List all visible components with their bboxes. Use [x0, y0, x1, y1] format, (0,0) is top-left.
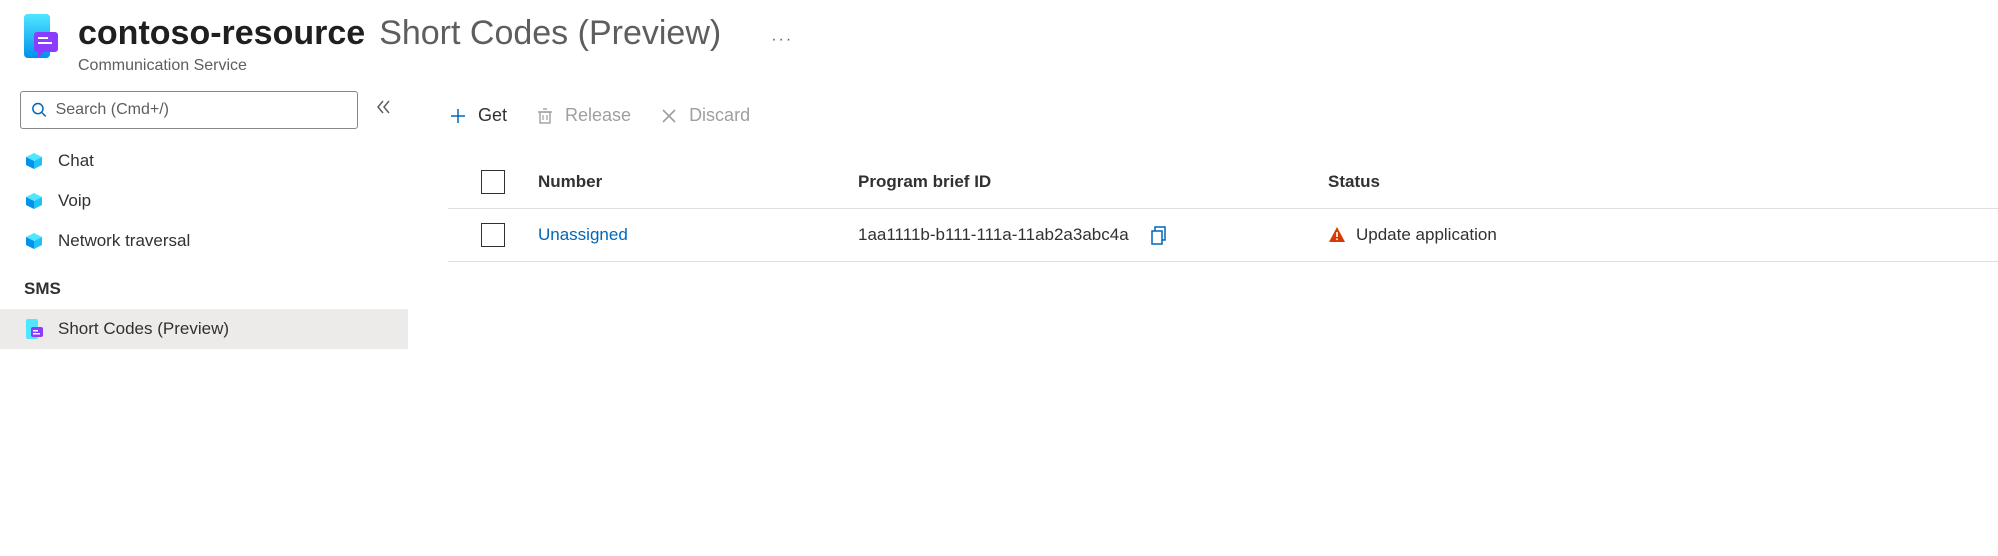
search-icon — [31, 101, 48, 119]
sidebar-item-label: Short Codes (Preview) — [58, 319, 229, 339]
sidebar-item-voip[interactable]: Voip — [0, 181, 408, 221]
release-button[interactable]: Release — [535, 105, 631, 126]
sidebar-item-label: Voip — [58, 191, 91, 211]
column-header-status[interactable]: Status — [1328, 172, 1998, 192]
sidebar-item-chat[interactable]: Chat — [0, 141, 408, 181]
row-checkbox[interactable] — [481, 223, 505, 247]
cube-icon — [24, 191, 44, 211]
program-brief-id: 1aa1111b-b111-111a-11ab2a3abc4a — [858, 225, 1129, 245]
sidebar-item-short-codes[interactable]: Short Codes (Preview) — [0, 309, 408, 349]
column-header-brief[interactable]: Program brief ID — [858, 172, 1328, 192]
discard-button[interactable]: Discard — [659, 105, 750, 126]
sidebar-item-label: Chat — [58, 151, 94, 171]
warning-icon — [1328, 226, 1346, 244]
copy-icon[interactable] — [1149, 225, 1169, 245]
cube-icon — [24, 151, 44, 171]
resource-icon — [20, 14, 60, 62]
toolbar-label: Release — [565, 105, 631, 126]
sidebar-search[interactable] — [20, 91, 358, 129]
get-button[interactable]: Get — [448, 105, 507, 126]
table-row[interactable]: Unassigned 1aa1111b-b111-111a-11ab2a3abc… — [448, 209, 1998, 262]
column-header-number[interactable]: Number — [538, 172, 858, 192]
select-all-checkbox[interactable] — [481, 170, 505, 194]
more-actions-button[interactable]: ··· — [771, 31, 793, 49]
search-input[interactable] — [56, 101, 347, 119]
sidebar-item-network-traversal[interactable]: Network traversal — [0, 221, 408, 261]
resource-type-label: Communication Service — [78, 57, 793, 75]
trash-icon — [535, 106, 555, 126]
number-link[interactable]: Unassigned — [538, 225, 628, 244]
plus-icon — [448, 106, 468, 126]
toolbar-label: Get — [478, 105, 507, 126]
status-label: Update application — [1356, 225, 1497, 245]
table-header-row: Number Program brief ID Status — [448, 156, 1998, 209]
sidebar-group-sms: SMS — [0, 261, 408, 309]
collapse-sidebar-button[interactable] — [374, 98, 392, 122]
chevron-double-left-icon — [374, 98, 392, 116]
page-title: Short Codes (Preview) — [379, 14, 721, 53]
resource-name: contoso-resource — [78, 14, 365, 53]
toolbar-label: Discard — [689, 105, 750, 126]
sidebar-item-label: Network traversal — [58, 231, 190, 251]
short-codes-icon — [24, 319, 44, 339]
cube-icon — [24, 231, 44, 251]
x-icon — [659, 106, 679, 126]
